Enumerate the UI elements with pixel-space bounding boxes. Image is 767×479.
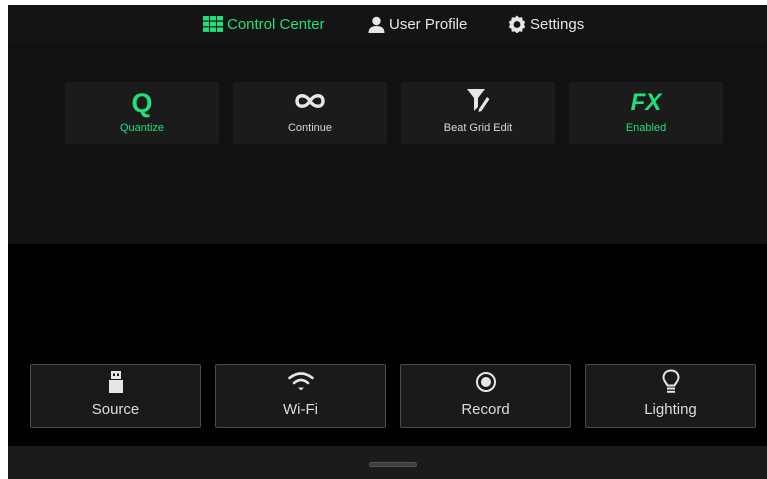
beat-grid-edit-label: Beat Grid Edit <box>443 122 513 134</box>
control-center-screen: Control Center User Profile Settings Q Q… <box>8 5 767 479</box>
quantize-icon: Q <box>131 88 153 118</box>
continue-label: Continue <box>287 122 333 134</box>
drawer-handle[interactable] <box>369 462 417 467</box>
tab-label: Control Center <box>227 15 325 33</box>
bottom-bar <box>8 446 767 479</box>
record-icon <box>475 371 497 398</box>
tab-control-center[interactable]: Control Center <box>203 5 325 43</box>
wifi-button[interactable]: Wi-Fi <box>215 364 386 428</box>
fx-icon: FX <box>630 89 662 116</box>
tab-settings[interactable]: Settings <box>508 5 584 43</box>
quantize-toggle[interactable]: Q Quantize <box>65 82 219 144</box>
fx-status-label: Enabled <box>625 122 667 134</box>
beat-grid-edit-icon <box>466 87 490 120</box>
lighting-label: Lighting <box>644 401 697 418</box>
wifi-icon <box>287 371 314 398</box>
source-label: Source <box>91 401 140 418</box>
lighting-button[interactable]: Lighting <box>585 364 756 428</box>
lightbulb-icon <box>661 368 680 400</box>
usb-icon <box>108 370 123 398</box>
continue-toggle[interactable]: Continue <box>233 82 387 144</box>
wifi-label: Wi-Fi <box>283 401 318 418</box>
tab-user-profile[interactable]: User Profile <box>368 5 467 43</box>
top-nav: Control Center User Profile Settings <box>8 5 767 43</box>
user-icon <box>368 16 385 33</box>
beat-grid-edit-button[interactable]: Beat Grid Edit <box>401 82 555 144</box>
record-button[interactable]: Record <box>400 364 571 428</box>
tab-label: Settings <box>530 15 585 33</box>
record-label: Record <box>461 401 510 418</box>
source-button[interactable]: Source <box>30 364 201 428</box>
grid-icon <box>203 16 223 32</box>
tab-label: User Profile <box>389 15 468 33</box>
quick-settings-panel: Q Quantize Continue Beat Grid Edit FX En… <box>8 43 767 244</box>
gear-icon <box>508 15 526 33</box>
fx-toggle[interactable]: FX Enabled <box>569 82 723 144</box>
quantize-label: Quantize <box>119 122 165 134</box>
infinity-icon <box>293 92 327 115</box>
